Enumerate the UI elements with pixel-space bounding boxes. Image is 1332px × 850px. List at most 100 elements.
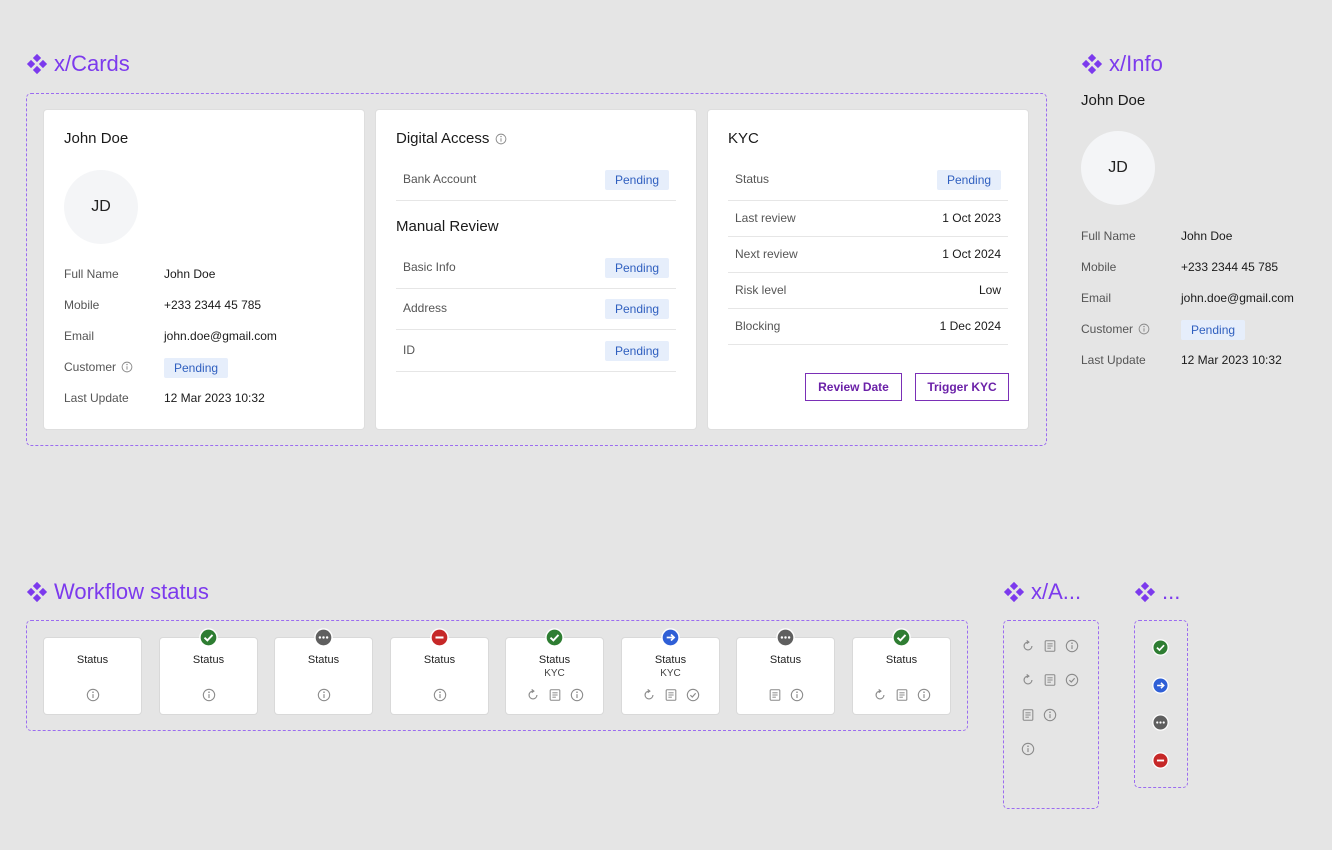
- blocked-icon: [1152, 752, 1169, 769]
- refresh-icon[interactable]: [1021, 673, 1035, 687]
- document-icon[interactable]: [1021, 708, 1035, 722]
- last-update-label: Last Update: [64, 391, 129, 405]
- info-icon[interactable]: [202, 688, 216, 702]
- info-full-name-value: John Doe: [1181, 229, 1233, 243]
- tile-icons: [391, 688, 488, 702]
- component-icon: [26, 581, 48, 603]
- divider: [728, 200, 1008, 201]
- kyc-status-label: Status: [735, 172, 770, 186]
- workflow-tile[interactable]: Status: [44, 638, 141, 714]
- document-icon[interactable]: [548, 688, 562, 702]
- tile-label: Status: [423, 654, 456, 666]
- pending-icon: [1152, 714, 1169, 731]
- info-email-label: Email: [1081, 291, 1112, 305]
- cards-section-label: x/Cards: [54, 51, 130, 76]
- id-label: ID: [403, 343, 415, 357]
- review-date-button[interactable]: Review Date: [805, 373, 902, 401]
- manual-review-title: Manual Review: [396, 218, 499, 235]
- tile-label: Status: [885, 654, 918, 666]
- refresh-icon[interactable]: [1021, 639, 1035, 653]
- check-circle-icon[interactable]: [686, 688, 700, 702]
- document-icon[interactable]: [1043, 673, 1057, 687]
- mobile-value: +233 2344 45 785: [164, 298, 262, 312]
- tile-icons: [160, 688, 257, 702]
- tile-label: Status: [307, 654, 340, 666]
- email-value: john.doe@gmail.com: [164, 329, 277, 343]
- next-review-value: 1 Oct 2024: [942, 247, 1001, 261]
- info-icon[interactable]: [1065, 639, 1079, 653]
- status-badge: Pending: [164, 358, 229, 378]
- tile-icons: [622, 688, 719, 702]
- digital-access-card: Digital Access Bank Account Pending Manu…: [376, 110, 696, 429]
- info-icon[interactable]: [121, 361, 133, 373]
- info-icon[interactable]: [495, 133, 507, 145]
- trigger-kyc-button[interactable]: Trigger KYC: [915, 373, 1009, 401]
- mobile-label: Mobile: [64, 298, 100, 312]
- tile-icons: [275, 688, 372, 702]
- info-icon[interactable]: [917, 688, 931, 702]
- document-icon[interactable]: [1043, 639, 1057, 653]
- in-progress-icon: [1152, 677, 1169, 694]
- customer-label: Customer: [64, 360, 133, 374]
- tile-icons: [44, 688, 141, 702]
- workflow-tile[interactable]: Status: [275, 638, 372, 714]
- tile-sublabel: KYC: [544, 668, 565, 679]
- document-icon[interactable]: [895, 688, 909, 702]
- workflow-section-label: Workflow status: [54, 579, 209, 604]
- workflow-tile[interactable]: Status: [853, 638, 950, 714]
- workflow-tile[interactable]: Status: [160, 638, 257, 714]
- component-icon: [1134, 581, 1156, 603]
- info-full-name-label: Full Name: [1081, 229, 1136, 243]
- tile-sublabel: KYC: [660, 668, 681, 679]
- success-icon: [545, 628, 564, 647]
- workflow-section-title: Workflow status: [26, 579, 209, 605]
- info-mobile-label: Mobile: [1081, 260, 1117, 274]
- profile-card: John Doe JD Full Name John Doe Mobile +2…: [44, 110, 364, 429]
- email-label: Email: [64, 329, 95, 343]
- refresh-icon[interactable]: [526, 688, 540, 702]
- document-icon[interactable]: [768, 688, 782, 702]
- avatar: JD: [64, 170, 138, 244]
- tile-label: Status: [538, 654, 571, 666]
- dots-section-title: ...: [1134, 579, 1180, 605]
- divider: [396, 329, 676, 330]
- blocking-value: 1 Dec 2024: [939, 319, 1001, 333]
- workflow-tile[interactable]: Status KYC: [506, 638, 603, 714]
- tile-icons: [853, 688, 950, 702]
- info-section-title: x/Info: [1081, 51, 1163, 77]
- info-customer-label: Customer: [1081, 322, 1150, 336]
- divider: [728, 308, 1008, 309]
- info-icon[interactable]: [1021, 742, 1035, 756]
- document-icon[interactable]: [664, 688, 678, 702]
- info-icon[interactable]: [317, 688, 331, 702]
- workflow-tile[interactable]: Status: [737, 638, 834, 714]
- refresh-icon[interactable]: [642, 688, 656, 702]
- full-name-value: John Doe: [164, 267, 216, 281]
- workflow-tile[interactable]: Status KYC: [622, 638, 719, 714]
- check-circle-icon[interactable]: [1065, 673, 1079, 687]
- in-progress-icon: [661, 628, 680, 647]
- basic-info-status-badge: Pending: [605, 258, 670, 278]
- full-name-label: Full Name: [64, 267, 119, 281]
- info-last-update-value: 12 Mar 2023 10:32: [1181, 353, 1282, 367]
- workflow-tile[interactable]: Status: [391, 638, 488, 714]
- info-icon[interactable]: [86, 688, 100, 702]
- component-icon: [26, 53, 48, 75]
- info-icon[interactable]: [790, 688, 804, 702]
- info-icon[interactable]: [1138, 323, 1150, 335]
- profile-card-title: John Doe: [64, 130, 129, 147]
- digital-access-title-text: Digital Access: [396, 130, 490, 147]
- kyc-title: KYC: [728, 130, 759, 147]
- info-icon[interactable]: [570, 688, 584, 702]
- success-icon: [199, 628, 218, 647]
- divider: [396, 288, 676, 289]
- cards-section-title: x/Cards: [26, 51, 130, 77]
- info-last-update-label: Last Update: [1081, 353, 1146, 367]
- component-icon: [1003, 581, 1025, 603]
- info-icon[interactable]: [1043, 708, 1057, 722]
- digital-access-title: Digital Access: [396, 130, 507, 147]
- success-icon: [892, 628, 911, 647]
- info-icon[interactable]: [433, 688, 447, 702]
- refresh-icon[interactable]: [873, 688, 887, 702]
- bank-account-label: Bank Account: [403, 172, 477, 186]
